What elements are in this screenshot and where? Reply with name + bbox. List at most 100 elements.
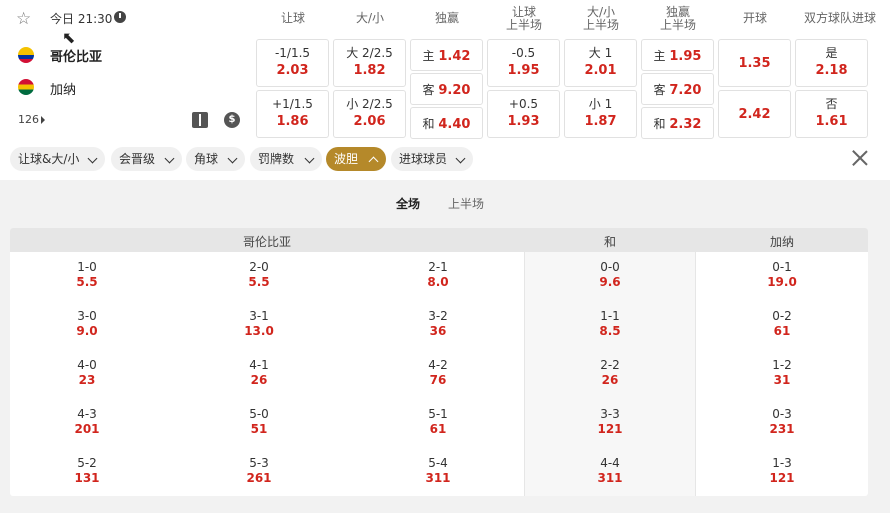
- score-odds-cell[interactable]: 1-0 5.5: [27, 260, 147, 290]
- odds-line: 小 2/2.5: [346, 97, 393, 111]
- score-odds-cell[interactable]: 4-3 201: [27, 407, 147, 437]
- star-icon[interactable]: ☆: [16, 9, 36, 29]
- score-odds-value: 311: [425, 471, 451, 485]
- correct-score-header: 哥伦比亚 和 加纳: [10, 228, 868, 252]
- score-odds-cell[interactable]: 3-2 36: [378, 309, 498, 339]
- odds-value: 1.95: [669, 49, 702, 64]
- score-odds-value: 121: [597, 422, 623, 436]
- header-ou-half: 大/小 上半场: [564, 6, 638, 32]
- score-odds-value: 231: [769, 422, 795, 436]
- score-label: 4-4: [600, 456, 620, 470]
- market-count[interactable]: 126: [18, 113, 39, 126]
- odds-value: 1.35: [738, 55, 771, 71]
- tab-first-half[interactable]: 上半场: [448, 195, 484, 212]
- score-odds-cell[interactable]: 5-2 131: [27, 456, 147, 486]
- filter-chip-label: 会晋级: [119, 152, 156, 166]
- score-label: 1-0: [77, 260, 97, 274]
- filter-chip-qualify[interactable]: 会晋级: [111, 147, 182, 171]
- odds-ml-half-away[interactable]: 客 7.20: [641, 73, 714, 105]
- score-odds-cell[interactable]: 5-3 261: [199, 456, 319, 486]
- score-odds-cell[interactable]: 3-0 9.0: [27, 309, 147, 339]
- odds-handicap-home[interactable]: -1/1.5 2.03: [256, 39, 329, 87]
- score-odds-value: 201: [74, 422, 100, 436]
- header-first-goal: 开球: [742, 11, 767, 25]
- score-odds-value: 8.5: [599, 324, 621, 338]
- odds-value: 2.01: [584, 63, 617, 78]
- score-odds-cell[interactable]: 4-0 23: [27, 358, 147, 388]
- odds-over[interactable]: 大 2/2.5 1.82: [333, 39, 406, 87]
- score-label: 5-1: [428, 407, 448, 421]
- odds-label: 主: [653, 49, 666, 63]
- score-label: 5-4: [428, 456, 448, 470]
- header-home-scores: 哥伦比亚: [242, 235, 291, 249]
- score-label: 4-0: [77, 358, 97, 372]
- filter-chip-handicap-ou[interactable]: 让球&大/小: [10, 147, 105, 171]
- odds-under-half[interactable]: 小 1 1.87: [564, 90, 637, 138]
- score-odds-value: 5.5: [76, 275, 98, 289]
- score-odds-cell[interactable]: 0-1 19.0: [722, 260, 842, 290]
- odds-under[interactable]: 小 2/2.5 2.06: [333, 90, 406, 138]
- close-icon[interactable]: [850, 148, 870, 168]
- score-odds-cell[interactable]: 4-1 26: [199, 358, 319, 388]
- odds-label: 主: [422, 49, 435, 63]
- odds-handicap-half-home[interactable]: -0.5 1.95: [487, 39, 560, 87]
- odds-btts-no[interactable]: 否 1.61: [795, 90, 868, 138]
- score-odds-cell[interactable]: 5-0 51: [199, 407, 319, 437]
- score-odds-value: 61: [773, 324, 791, 338]
- odds-handicap-half-away[interactable]: +0.5 1.93: [487, 90, 560, 138]
- odds-label: 客: [422, 83, 435, 97]
- odds-ml-half-draw[interactable]: 和 2.32: [641, 107, 714, 139]
- score-odds-cell[interactable]: 2-2 26: [550, 358, 670, 388]
- pitch-icon[interactable]: [192, 112, 208, 128]
- score-odds-cell[interactable]: 1-1 8.5: [550, 309, 670, 339]
- chevron-down-icon: [304, 153, 315, 164]
- score-odds-cell[interactable]: 0-2 61: [722, 309, 842, 339]
- filter-chip-correct-score[interactable]: 波胆: [326, 147, 386, 171]
- odds-first-goal-home[interactable]: 1.35: [718, 39, 791, 87]
- header-ou-half-line2: 上半场: [582, 18, 619, 32]
- score-label: 2-1: [428, 260, 448, 274]
- filter-chip-corners[interactable]: 角球: [186, 147, 245, 171]
- score-odds-value: 51: [250, 422, 268, 436]
- score-odds-cell[interactable]: 1-2 31: [722, 358, 842, 388]
- tab-full-time[interactable]: 全场: [396, 195, 420, 212]
- odds-over-half[interactable]: 大 1 2.01: [564, 39, 637, 87]
- odds-ml-away[interactable]: 客 9.20: [410, 73, 483, 105]
- odds-ml-draw[interactable]: 和 4.40: [410, 107, 483, 139]
- score-odds-value: 261: [246, 471, 272, 485]
- score-label: 5-2: [77, 456, 97, 470]
- odds-ml-half-home[interactable]: 主 1.95: [641, 39, 714, 71]
- colombia-flag-icon: [18, 47, 34, 63]
- header-over-under: 大/小: [355, 11, 385, 25]
- filter-chip-cards[interactable]: 罚牌数: [250, 147, 322, 171]
- filter-chip-label: 进球球员: [399, 152, 448, 166]
- odds-ml-home[interactable]: 主 1.42: [410, 39, 483, 71]
- score-odds-value: 9.0: [76, 324, 98, 338]
- score-odds-cell[interactable]: 0-0 9.6: [550, 260, 670, 290]
- score-odds-cell[interactable]: 2-0 5.5: [199, 260, 319, 290]
- odds-value: 7.20: [669, 83, 702, 98]
- score-odds-cell[interactable]: 4-2 76: [378, 358, 498, 388]
- odds-handicap-away[interactable]: +1/1.5 1.86: [256, 90, 329, 138]
- score-odds-value: 61: [429, 422, 447, 436]
- odds-btts-yes[interactable]: 是 2.18: [795, 39, 868, 87]
- score-odds-cell[interactable]: 5-4 311: [378, 456, 498, 486]
- score-odds-value: 5.5: [248, 275, 270, 289]
- score-odds-cell[interactable]: 1-3 121: [722, 456, 842, 486]
- dollar-icon[interactable]: $: [224, 112, 240, 128]
- score-odds-cell[interactable]: 0-3 231: [722, 407, 842, 437]
- odds-first-goal-away[interactable]: 2.42: [718, 90, 791, 138]
- filter-chip-goalscorer[interactable]: 进球球员: [391, 147, 473, 171]
- filter-chip-label: 让球&大/小: [18, 152, 80, 166]
- chevron-down-icon: [164, 153, 175, 164]
- score-odds-cell[interactable]: 4-4 311: [550, 456, 670, 486]
- chevron-down-icon: [227, 153, 238, 164]
- odds-line: +0.5: [508, 97, 539, 111]
- score-odds-cell[interactable]: 2-1 8.0: [378, 260, 498, 290]
- score-odds-cell[interactable]: 5-1 61: [378, 407, 498, 437]
- odds-line: -0.5: [511, 46, 536, 60]
- caret-right-icon[interactable]: [41, 116, 45, 124]
- score-label: 1-1: [600, 309, 620, 323]
- score-odds-cell[interactable]: 3-1 13.0: [199, 309, 319, 339]
- score-odds-cell[interactable]: 3-3 121: [550, 407, 670, 437]
